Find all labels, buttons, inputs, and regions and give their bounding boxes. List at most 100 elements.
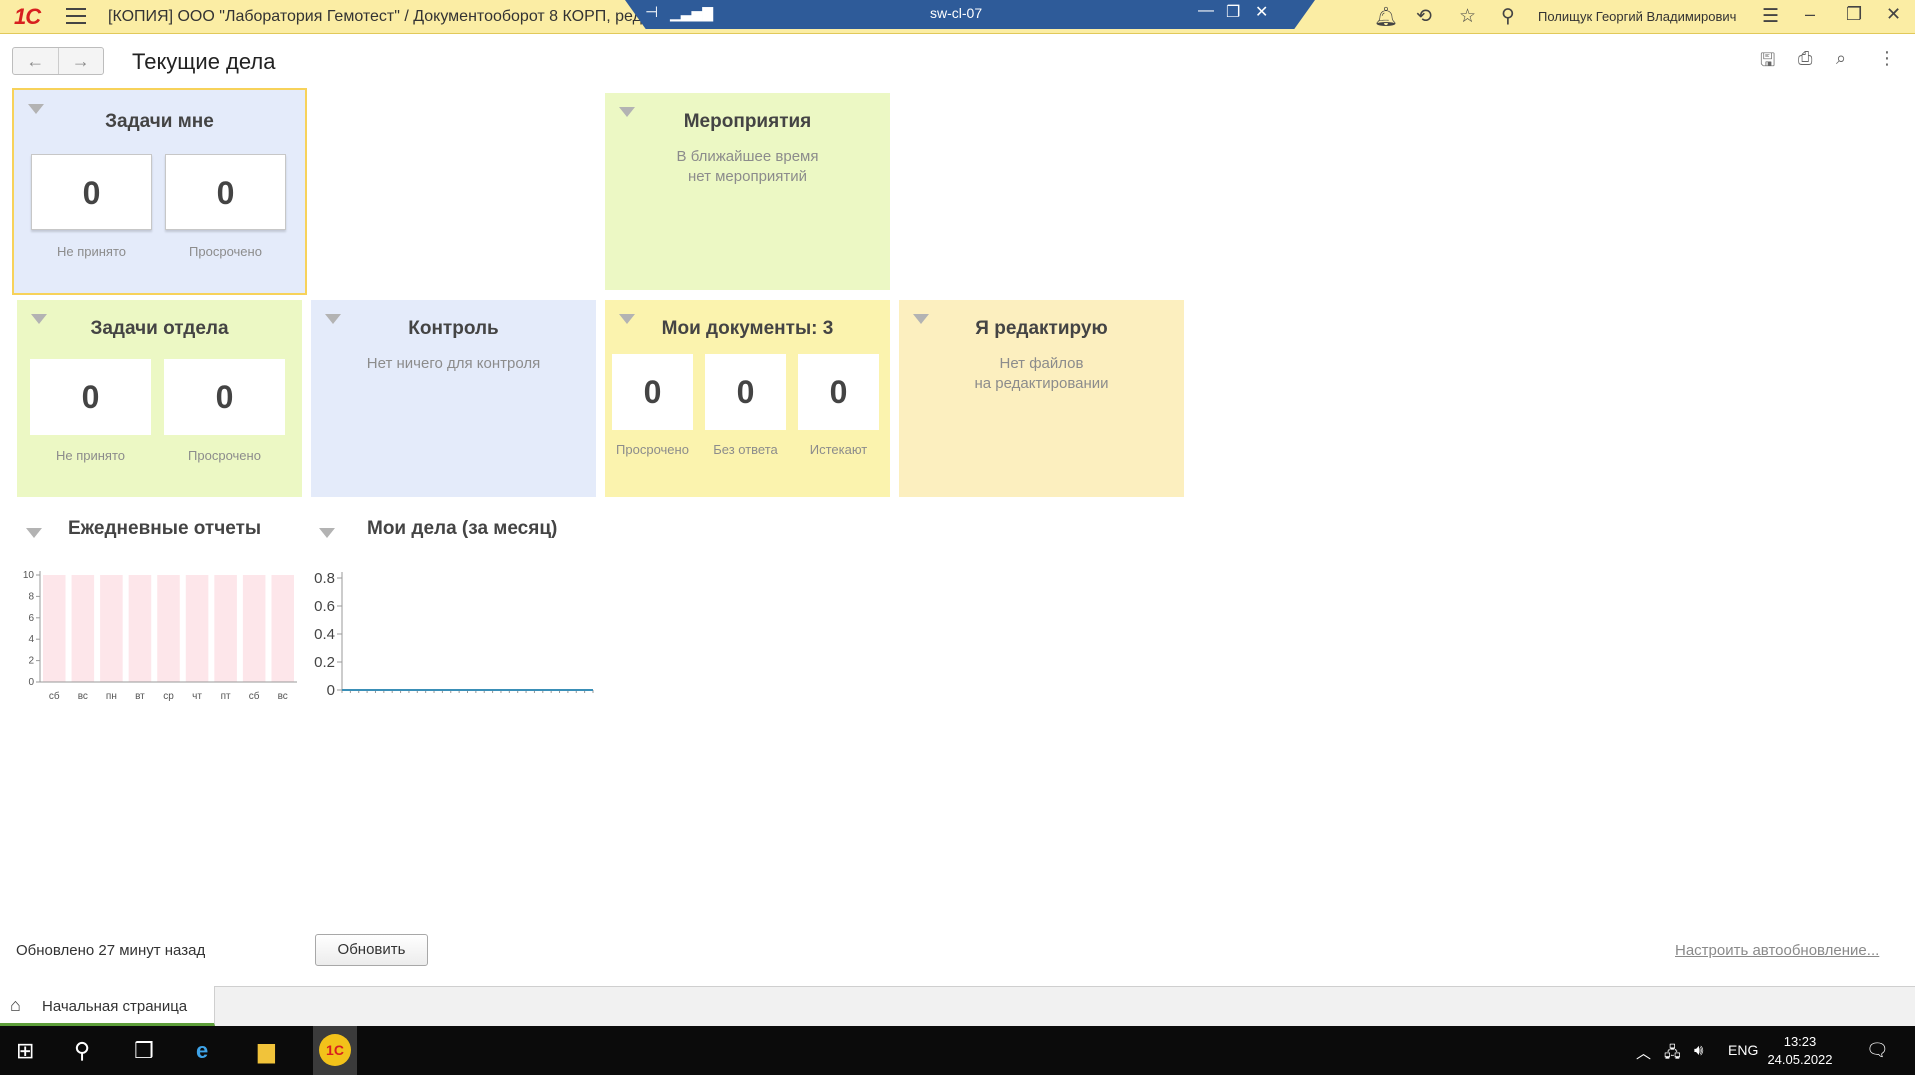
counter-expiring[interactable]: 0 bbox=[798, 354, 879, 430]
open-windows-bar bbox=[0, 986, 1915, 1026]
file-explorer-icon[interactable]: ▆ bbox=[258, 1038, 275, 1064]
y-tick-label: 0 bbox=[28, 677, 34, 688]
counter-label: Просрочено bbox=[189, 244, 262, 259]
daily-reports-title: Ежедневные отчеты bbox=[68, 518, 262, 539]
y-tick-label: 0 bbox=[327, 682, 335, 699]
history-icon[interactable]: ⟲ bbox=[1416, 5, 1432, 28]
x-tick-label: вт bbox=[135, 691, 145, 702]
rdp-restore-icon[interactable]: ❐ bbox=[1226, 2, 1240, 22]
counter-label: Просрочено bbox=[616, 442, 689, 457]
search-icon[interactable]: ⚲ bbox=[74, 1038, 90, 1064]
y-tick-label: 0.4 bbox=[314, 626, 335, 643]
windows-start-icon[interactable]: ⊞ bbox=[16, 1038, 34, 1064]
main-menu-button[interactable] bbox=[66, 8, 86, 26]
app-logo: 1С bbox=[14, 4, 41, 29]
internet-explorer-icon[interactable]: e bbox=[196, 1038, 208, 1064]
bar-background bbox=[185, 575, 209, 682]
counter-label: Просрочено bbox=[188, 448, 261, 463]
pin-icon[interactable]: ⊣ bbox=[645, 3, 658, 21]
counter-not-accepted[interactable]: 0 bbox=[30, 359, 151, 435]
1c-app-taskbar-button[interactable]: 1С bbox=[313, 1026, 357, 1075]
tile-title: Контроль bbox=[408, 318, 499, 339]
save-icon[interactable]: 🖫 bbox=[1760, 48, 1775, 78]
language-indicator[interactable]: ENG bbox=[1728, 1042, 1758, 1058]
counter-label: Не принято bbox=[56, 244, 127, 259]
counter-overdue[interactable]: 0 bbox=[164, 359, 285, 435]
search-icon[interactable]: ⚲ bbox=[1501, 5, 1515, 28]
volume-icon[interactable]: 🔊︎ bbox=[1694, 1042, 1703, 1059]
tab-home-page[interactable]: ⌂ Начальная страница bbox=[0, 986, 215, 1026]
x-tick-label: чт bbox=[192, 691, 202, 702]
control-empty-message: Нет ничего для контроля bbox=[366, 355, 541, 372]
refresh-button[interactable]: Обновить bbox=[315, 934, 428, 966]
last-updated-text: Обновлено 27 минут назад bbox=[16, 942, 206, 959]
bar-background bbox=[128, 575, 152, 682]
editing-empty-message-2: на редактировании bbox=[974, 375, 1109, 392]
bar-background bbox=[242, 575, 266, 682]
page-title: Текущие дела bbox=[132, 49, 276, 74]
navigation-buttons: ← → bbox=[12, 47, 104, 75]
counter-overdue[interactable]: 0 bbox=[612, 354, 693, 430]
counter-no-answer[interactable]: 0 bbox=[705, 354, 786, 430]
tile-title: Я редактирую bbox=[975, 318, 1108, 339]
rdp-close-icon[interactable]: ✕ bbox=[1255, 2, 1268, 22]
close-icon[interactable]: ✕ bbox=[1886, 4, 1901, 25]
events-empty-message: В ближайшее время bbox=[676, 148, 819, 165]
collapse-triangle-icon[interactable] bbox=[319, 528, 335, 538]
x-tick-label: вс bbox=[78, 691, 88, 702]
more-actions-icon[interactable]: ⋮ bbox=[1878, 48, 1896, 69]
preview-icon[interactable]: ⌕ bbox=[1836, 48, 1846, 69]
home-icon: ⌂ bbox=[10, 995, 21, 1015]
y-tick-label: 4 bbox=[28, 634, 34, 645]
clock-date: 24.05.2022 bbox=[1767, 1052, 1833, 1067]
counter-not-accepted[interactable]: 0 bbox=[31, 154, 152, 230]
print-icon[interactable]: ⎙ bbox=[1798, 48, 1812, 69]
1c-app-icon: 1С bbox=[319, 1034, 351, 1066]
y-tick-label: 10 bbox=[23, 570, 35, 581]
title-bar: 1С [КОПИЯ] ООО "Лаборатория Гемотест" / … bbox=[0, 0, 1915, 34]
y-tick-label: 6 bbox=[28, 613, 34, 624]
bar-background bbox=[214, 575, 237, 682]
current-user[interactable]: Полищук Георгий Владимирович bbox=[1538, 9, 1736, 24]
notifications-icon[interactable]: 🗨︎ bbox=[1866, 1040, 1889, 1061]
tile-events[interactable]: Мероприятия В ближайшее время нет меропр… bbox=[605, 93, 890, 290]
x-tick-label: вс bbox=[278, 691, 288, 702]
minimize-icon[interactable]: – bbox=[1805, 4, 1815, 25]
settings-menu-icon[interactable]: ☰ bbox=[1762, 5, 1779, 28]
tile-editing[interactable]: Я редактирую Нет файлов на редактировани… bbox=[899, 300, 1184, 497]
events-empty-message-2: нет мероприятий bbox=[687, 168, 808, 185]
y-tick-label: 0.6 bbox=[314, 598, 335, 615]
bar-background bbox=[100, 575, 123, 682]
collapse-triangle-icon[interactable] bbox=[26, 528, 42, 538]
tile-control[interactable]: Контроль Нет ничего для контроля bbox=[311, 300, 596, 497]
notifications-bell-icon[interactable]: 🔔︎ bbox=[1374, 5, 1398, 29]
bar-background bbox=[271, 575, 294, 682]
daily-reports-chart: сб вс пн вт ср чт пт сб вс 0 2 4 6 8 10 bbox=[23, 570, 297, 702]
tile-title: Мероприятия bbox=[683, 111, 812, 132]
forward-arrow-icon[interactable]: → bbox=[57, 48, 104, 74]
bar-background bbox=[71, 575, 95, 682]
favorites-star-icon[interactable]: ☆ bbox=[1459, 5, 1476, 28]
restore-icon[interactable]: ❐ bbox=[1846, 4, 1862, 25]
bar-background bbox=[157, 575, 180, 682]
bar-background bbox=[43, 575, 66, 682]
network-icon[interactable]: 🖧︎ bbox=[1664, 1042, 1681, 1067]
counter-label: Не принято bbox=[55, 448, 126, 463]
tray-expand-icon[interactable]: ︿ bbox=[1636, 1042, 1651, 1063]
my-tasks-month-title: Мои дела (за месяц) bbox=[367, 518, 558, 539]
task-view-icon[interactable]: ❒ bbox=[134, 1038, 154, 1064]
tile-my-documents[interactable]: Мои документы: 3 0 0 0 Просрочено Без от… bbox=[605, 300, 890, 497]
tile-title: Задачи мне bbox=[105, 111, 214, 132]
configure-autoupdate-link[interactable]: Настроить автообновление... bbox=[1675, 942, 1879, 959]
tile-title: Мои документы: 3 bbox=[661, 318, 834, 339]
rdp-minimize-icon[interactable]: — bbox=[1198, 2, 1214, 20]
x-tick-label: сб bbox=[249, 690, 260, 702]
counter-overdue[interactable]: 0 bbox=[165, 154, 286, 230]
taskbar-clock[interactable]: 13:23 24.05.2022 bbox=[1760, 1033, 1840, 1069]
y-tick-label: 0.8 bbox=[314, 570, 335, 587]
back-arrow-icon[interactable]: ← bbox=[13, 48, 58, 74]
tile-department-tasks[interactable]: Задачи отдела 0 0 Не принято Просрочено bbox=[17, 300, 302, 497]
tile-tasks-to-me[interactable]: Задачи мне 0 0 Не принято Просрочено bbox=[12, 88, 307, 295]
x-tick-label: пн bbox=[106, 691, 117, 702]
x-tick-label: пт bbox=[221, 691, 231, 702]
